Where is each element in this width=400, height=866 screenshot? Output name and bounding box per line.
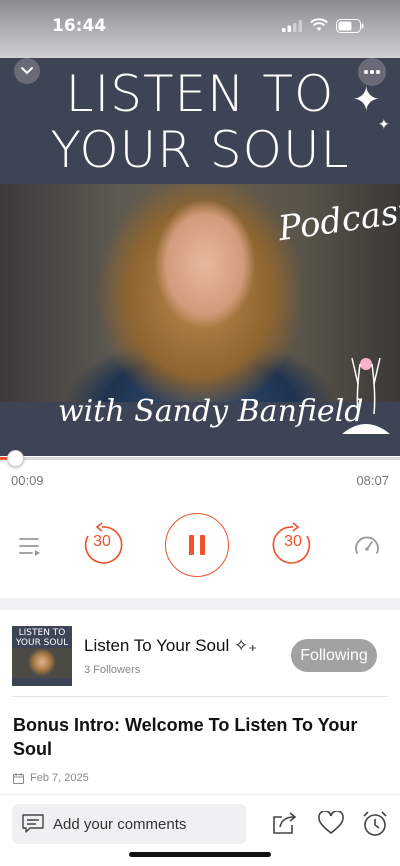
followers-count: 3 Followers (84, 664, 141, 676)
sleep-timer-button[interactable] (362, 811, 388, 842)
skip-forward-label: 30 (284, 533, 302, 550)
pause-icon (189, 535, 205, 555)
cover-title: LISTEN TO YOUR SOUL (50, 65, 350, 179)
sparkle-icon: ✦ (378, 116, 390, 132)
playback-progress-bar[interactable] (0, 450, 400, 467)
comment-placeholder: Add your comments (53, 815, 187, 833)
more-options-button[interactable] (358, 58, 386, 86)
pause-button[interactable] (165, 513, 229, 577)
share-icon (273, 812, 297, 834)
episode-title: Bonus Intro: Welcome To Listen To Your S… (13, 715, 358, 759)
home-indicator (129, 852, 271, 857)
meditation-figure-icon (342, 357, 390, 434)
status-bar: 16:44 (0, 0, 400, 58)
playback-speed-button[interactable] (352, 532, 382, 560)
episode-date-row: Feb 7, 2025 (13, 772, 89, 784)
more-dots-icon (364, 70, 380, 74)
podcast-thumbnail[interactable]: LISTEN TO YOUR SOUL (12, 626, 72, 686)
comment-icon (22, 814, 44, 833)
speedometer-icon (355, 536, 379, 554)
total-time: 08:07 (356, 473, 389, 488)
alarm-clock-icon (363, 811, 387, 836)
sparkle-icon: ✦ (352, 81, 381, 119)
playlist-icon (19, 538, 40, 556)
battery-icon (336, 19, 364, 33)
skip-forward-button[interactable]: 30 (271, 522, 315, 568)
like-button[interactable] (318, 810, 344, 840)
following-button[interactable]: Following (291, 639, 377, 672)
chevron-down-icon (21, 67, 33, 75)
episode-date: Feb 7, 2025 (30, 772, 89, 784)
skip-back-button[interactable]: 30 (80, 522, 124, 568)
thumbnail-title: LISTEN TO YOUR SOUL (15, 628, 69, 648)
calendar-icon (13, 772, 24, 784)
podcast-cover-art: LISTEN TO YOUR SOUL ✦ ✦ Podcast with San… (0, 58, 400, 456)
playlist-button[interactable] (16, 532, 44, 560)
comment-input[interactable]: Add your comments (12, 804, 246, 844)
podcast-name[interactable]: Listen To Your Soul ✧₊ (84, 636, 257, 656)
cellular-signal-icon (282, 20, 302, 32)
wifi-icon (310, 18, 328, 31)
cover-host-name: with Sandy Banfield (58, 394, 364, 429)
collapse-player-button[interactable] (14, 58, 40, 84)
status-time: 16:44 (52, 16, 107, 36)
elapsed-time: 00:09 (11, 473, 44, 488)
heart-icon (318, 810, 344, 835)
progress-scrubber-handle[interactable] (7, 450, 24, 467)
skip-back-label: 30 (93, 533, 111, 550)
share-button[interactable] (272, 811, 298, 840)
